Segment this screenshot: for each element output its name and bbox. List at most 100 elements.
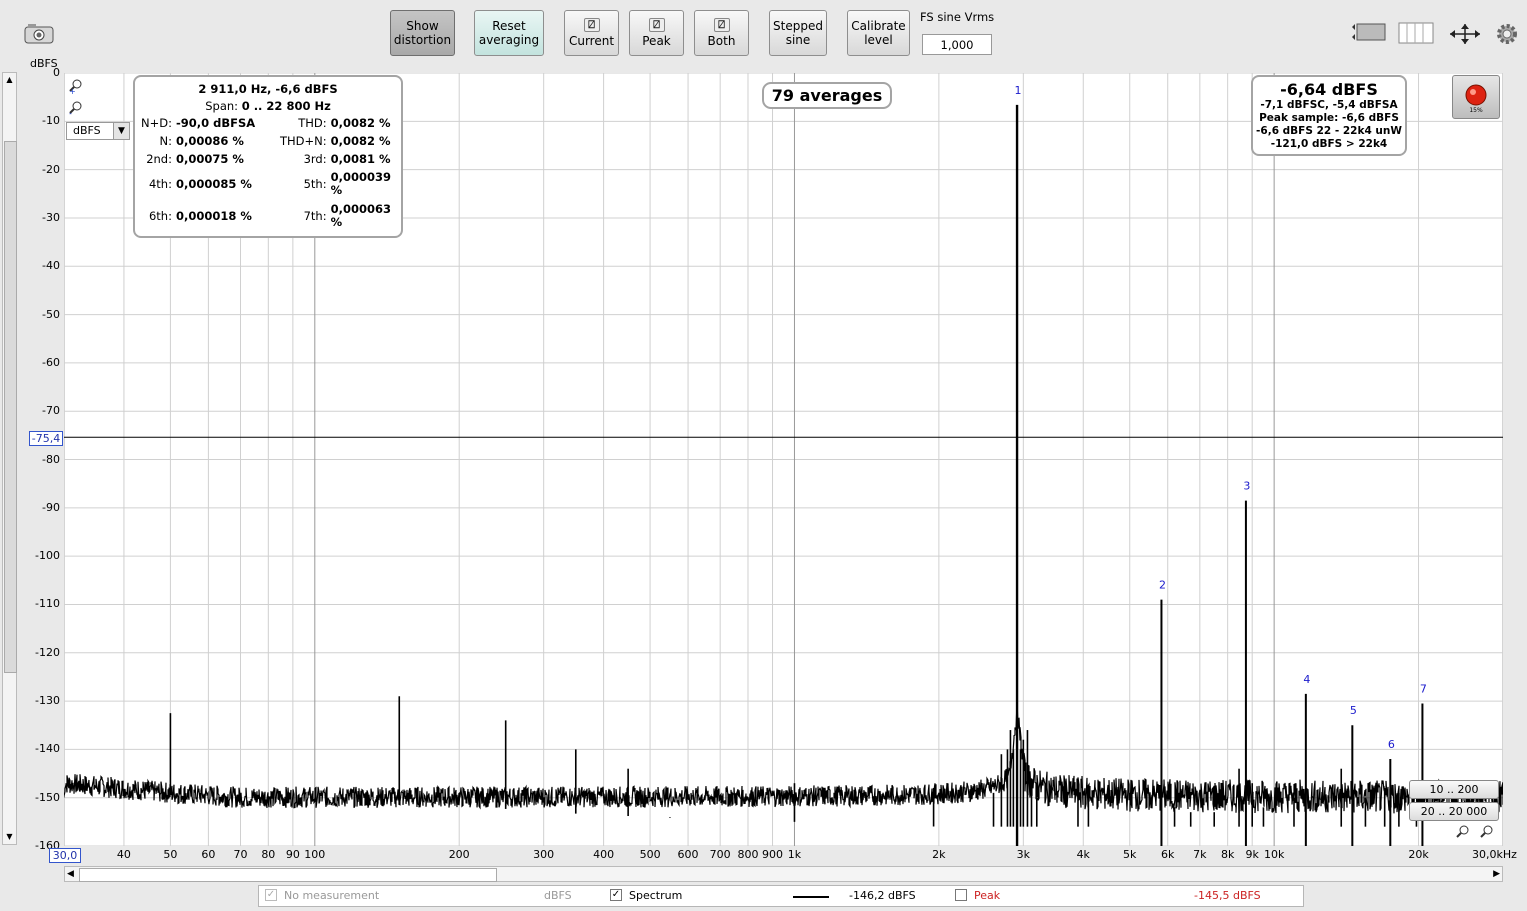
y-tick-label: -80 (42, 452, 60, 466)
save-icon: ⍁ (713, 18, 730, 32)
x-tick-label: 6k (1161, 848, 1175, 861)
distortion-value: 0,00075 % (175, 151, 244, 166)
spectrum-checkbox[interactable]: ✓ (610, 889, 622, 901)
distortion-row: N: 0,00086 % THD+N: 0,0082 % (139, 132, 401, 150)
level-line3: -6,6 dBFS 22 - 22k4 unW (1256, 125, 1402, 137)
harmonic-label: 3 (1243, 480, 1250, 493)
save-icon: ⍁ (648, 18, 665, 32)
y-tick-label: -50 (42, 307, 60, 321)
x-end-label: 30,0kHz (1472, 848, 1517, 861)
x-tick-label: 70 (233, 848, 248, 861)
range-20-20000-button[interactable]: 20 .. 20 000 (1409, 802, 1499, 821)
distortion-key: THD+N: (279, 133, 327, 148)
range-10-200-button[interactable]: 10 .. 200 (1409, 780, 1499, 799)
distortion-value: 0,0082 % (330, 115, 391, 130)
both-label: Both (707, 34, 736, 48)
distortion-table: N+D: -90,0 dBFSA THD: 0,0082 % N: 0,00086 % TH… (139, 114, 401, 232)
x-tick-label: 9k (1245, 848, 1259, 861)
record-button[interactable]: 15% (1452, 75, 1500, 119)
level-line1: -7,1 dBFSC, -5,4 dBFSA (1260, 99, 1398, 111)
x-zoom-out-icon[interactable] (1456, 825, 1470, 842)
stepped-sine-button[interactable]: Stepped sine (769, 10, 827, 56)
record-icon (1465, 84, 1487, 106)
peak-checkbox[interactable] (955, 889, 967, 901)
distortion-info-panel: 2 911,0 Hz, -6,6 dBFS Span: 0 .. 22 800 … (133, 75, 403, 238)
legend-bar: ✓ No measurement dBFS ✓ Spectrum -146,2 … (258, 885, 1304, 907)
record-percent: 15% (1469, 107, 1483, 114)
distortion-row: 4th: 0,000085 % 5th: 0,000039 % (139, 168, 401, 200)
y-tick-label: -100 (35, 549, 60, 563)
harmonic-label: 7 (1420, 682, 1427, 695)
distortion-row: 2nd: 0,00075 % 3rd: 0,0081 % (139, 150, 401, 168)
distortion-value: 0,0082 % (330, 133, 391, 148)
distortion-value: 0,00086 % (175, 133, 244, 148)
peak-button[interactable]: ⍁ Peak (629, 10, 684, 56)
current-button[interactable]: ⍁ Current (564, 10, 619, 56)
peak-label: Peak (974, 889, 1001, 902)
peak-label: Peak (642, 34, 671, 48)
distortion-key: 3rd: (303, 151, 327, 166)
horizontal-scrollbar[interactable]: ◀ ▶ (64, 866, 1503, 882)
no-measurement-label: No measurement (284, 889, 380, 902)
cursor-level-readout[interactable]: -75,4 (29, 431, 63, 446)
distortion-key: 6th: (148, 208, 172, 223)
harmonic-label: 6 (1388, 738, 1395, 751)
svg-text:-: - (69, 109, 72, 116)
scroll-up-arrow-icon[interactable]: ▲ (3, 73, 16, 87)
distortion-key: 5th: (303, 176, 327, 191)
no-measurement-checkbox[interactable]: ✓ (265, 889, 277, 901)
span-label: Span: (205, 99, 239, 113)
y-tick-label: -90 (42, 500, 60, 514)
y-tick-label: -120 (35, 645, 60, 659)
expand-arrows-icon[interactable] (1448, 22, 1482, 46)
layout-columns-icon[interactable] (1398, 22, 1436, 44)
current-label: Current (568, 34, 615, 48)
x-tick-label: 300 (533, 848, 555, 861)
unit-select[interactable]: dBFS ▼ (66, 122, 130, 140)
no-measurement-unit: dBFS (544, 889, 572, 902)
y-tick-label: -110 (35, 597, 60, 611)
scroll-down-arrow-icon[interactable]: ▼ (3, 830, 16, 844)
spectrum-label: Spectrum (629, 889, 683, 902)
x-tick-label: 400 (593, 848, 615, 861)
layout-single-icon[interactable] (1350, 22, 1388, 44)
level-main: -6,64 dBFS (1280, 80, 1378, 99)
calibrate-level-button[interactable]: Calibrate level (847, 10, 910, 56)
both-button[interactable]: ⍁ Both (694, 10, 749, 56)
scroll-thumb[interactable] (4, 141, 17, 673)
scroll-right-arrow-icon[interactable]: ▶ (1493, 867, 1500, 881)
zoom-in-icon[interactable]: + (68, 78, 84, 97)
harmonic-label: 5 (1350, 704, 1357, 717)
zoom-out-icon[interactable]: - (68, 100, 84, 119)
fs-sine-input[interactable] (922, 34, 992, 55)
settings-gear-icon[interactable] (1495, 22, 1519, 46)
reset-averaging-button[interactable]: Reset averaging (474, 10, 544, 56)
level-panel: -6,64 dBFS -7,1 dBFSC, -5,4 dBFSA Peak s… (1251, 75, 1407, 156)
distortion-value: 0,000085 % (175, 176, 252, 191)
distortion-value: 0,0081 % (330, 151, 391, 166)
fs-sine-label: FS sine Vrms (920, 10, 995, 24)
x-tick-label: 1k (787, 848, 802, 861)
peak-value: -145,5 dBFS (1194, 889, 1261, 902)
x-tick-label: 100 (304, 848, 326, 861)
fundamental-readout: 2 911,0 Hz, -6,6 dBFS (198, 82, 338, 96)
x-tick-label: 3k (1016, 848, 1031, 861)
unit-select-value: dBFS (73, 124, 101, 137)
y-tick-label: 0 (53, 66, 60, 79)
distortion-value: 0,000018 % (175, 208, 252, 223)
x-tick-label: 8k (1220, 848, 1235, 861)
chevron-down-icon[interactable]: ▼ (113, 123, 129, 139)
horizontal-scroll-thumb[interactable] (79, 868, 497, 882)
level-line4: -121,0 dBFS > 22k4 (1270, 138, 1388, 150)
scroll-left-arrow-icon[interactable]: ◀ (67, 867, 74, 881)
x-tick-label: 40 (116, 848, 131, 861)
vertical-scrollbar[interactable]: ▲ ▼ (2, 72, 17, 845)
y-tick-label: -60 (42, 355, 60, 369)
y-tick-label: -40 (42, 259, 60, 273)
harmonic-label: 2 (1159, 579, 1166, 592)
x-start-readout[interactable]: 30,0 (49, 848, 81, 863)
x-tick-label: 2k (932, 848, 946, 861)
x-zoom-in-icon[interactable] (1480, 825, 1494, 842)
show-distortion-button[interactable]: Show distortion (390, 10, 455, 56)
level-line2: Peak sample: -6,6 dBFS (1259, 112, 1399, 124)
